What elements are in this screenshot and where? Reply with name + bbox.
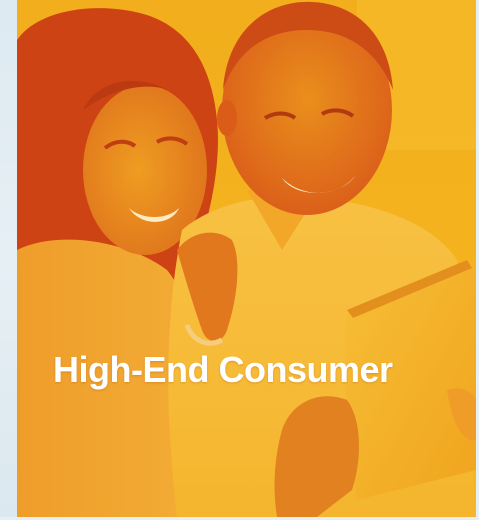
duotone-wash: [17, 0, 476, 517]
duotone-photo-illustration: [17, 0, 476, 517]
hero-photo: High-End Consumer: [17, 0, 476, 517]
hero-caption: High-End Consumer: [53, 349, 393, 390]
hero-banner: High-End Consumer: [0, 0, 479, 520]
left-edge-background: [0, 0, 17, 520]
